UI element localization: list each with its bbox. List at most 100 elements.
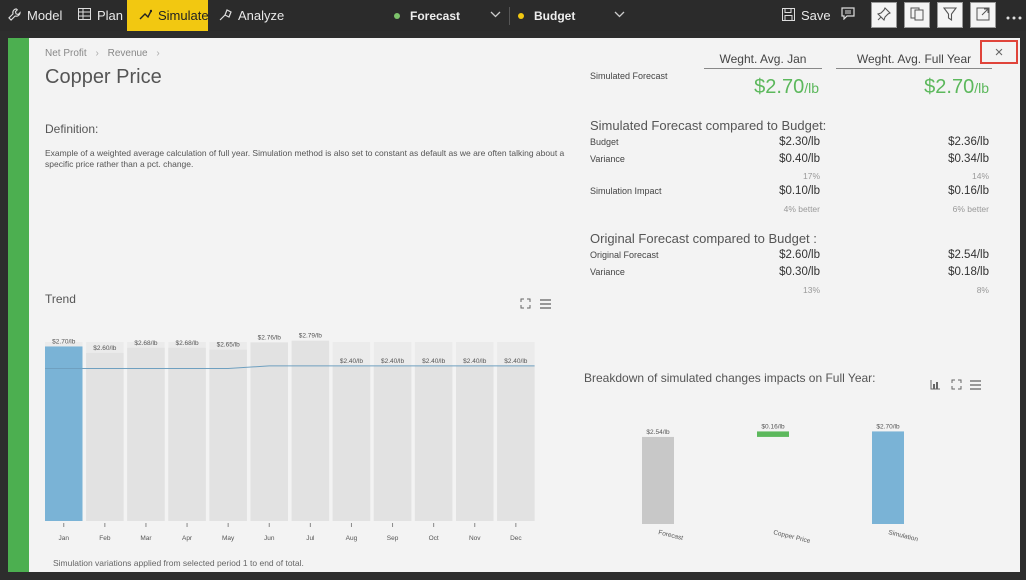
section-simulated-vs-budget: Simulated Forecast compared to Budget: bbox=[590, 118, 827, 133]
forecast-selector[interactable]: Forecast bbox=[394, 0, 504, 31]
breakdown-value-label: $2.54/lb bbox=[646, 429, 670, 436]
definition-text: Example of a weighted average calculatio… bbox=[45, 148, 565, 169]
trend-value-label: $2.76/lb bbox=[258, 335, 282, 342]
model-label: Model bbox=[27, 8, 63, 23]
wrench-icon bbox=[8, 7, 21, 24]
close-icon: × bbox=[994, 43, 1004, 61]
save-button[interactable]: Save bbox=[782, 0, 831, 31]
simulation-impact-jan: $0.10/lb bbox=[779, 185, 820, 197]
trend-value-label: $2.70/lb bbox=[52, 338, 76, 345]
budget-label: Budget bbox=[534, 8, 576, 23]
pin-icon bbox=[876, 6, 891, 24]
variance2-pct-full-year: 8% bbox=[976, 285, 989, 295]
column-header-full-year: Weght. Avg. Full Year bbox=[836, 52, 992, 69]
breakdown-export-button[interactable] bbox=[930, 379, 941, 393]
trend-x-tick-label: Feb bbox=[99, 535, 111, 542]
more-icon bbox=[1006, 7, 1022, 23]
column-header-jan: Weght. Avg. Jan bbox=[704, 52, 822, 69]
budget-jan: $2.30/lb bbox=[779, 136, 820, 148]
trend-value-label: $2.40/lb bbox=[463, 358, 487, 365]
budget-status-dot bbox=[518, 12, 524, 19]
pin-button[interactable] bbox=[871, 2, 897, 28]
chevron-down-icon bbox=[490, 9, 501, 21]
chevron-right-icon: › bbox=[156, 48, 160, 59]
simulate-tab[interactable]: Simulate bbox=[127, 0, 209, 31]
breakdown-bar bbox=[757, 431, 789, 437]
filter-icon bbox=[942, 6, 958, 24]
trend-bar bbox=[456, 365, 494, 521]
trend-x-tick-label: Oct bbox=[429, 535, 439, 542]
hamburger-icon bbox=[970, 379, 981, 393]
breakdown-value-label: $2.70/lb bbox=[876, 423, 900, 430]
comment-button[interactable] bbox=[838, 2, 858, 28]
chevron-down-icon bbox=[614, 9, 625, 21]
filter-button[interactable] bbox=[937, 2, 963, 28]
trend-bar bbox=[168, 347, 206, 521]
variance2-label: Variance bbox=[590, 267, 625, 277]
breakdown-focus-button[interactable] bbox=[951, 379, 962, 393]
trend-bar bbox=[497, 365, 535, 521]
breadcrumb: Net Profit › Revenue › bbox=[45, 48, 160, 59]
more-options-button[interactable] bbox=[1003, 2, 1025, 28]
breakdown-bar bbox=[642, 436, 674, 524]
trend-focus-button[interactable] bbox=[520, 298, 531, 312]
toolbar-divider bbox=[509, 7, 510, 25]
save-label: Save bbox=[801, 8, 831, 23]
trend-x-tick-label: Jan bbox=[59, 535, 70, 542]
focus-mode-button[interactable] bbox=[970, 2, 996, 28]
trend-x-tick-label: Nov bbox=[469, 535, 481, 542]
trend-bar bbox=[373, 365, 412, 521]
breakdown-title: Breakdown of simulated changes impacts o… bbox=[584, 371, 876, 385]
trend-x-tick-label: Aug bbox=[346, 535, 358, 542]
copy-button[interactable] bbox=[904, 2, 930, 28]
simulated-forecast-jan: $2.70/lb bbox=[754, 76, 819, 98]
breakdown-x-tick-label: Copper Price bbox=[773, 529, 812, 545]
analyze-tab[interactable]: Analyze bbox=[219, 0, 284, 31]
plan-label: Plan bbox=[97, 8, 124, 23]
trend-title: Trend bbox=[45, 292, 76, 306]
expand-icon bbox=[951, 379, 962, 393]
breadcrumb-item-net-profit[interactable]: Net Profit bbox=[45, 48, 87, 59]
plan-tab[interactable]: Plan bbox=[78, 0, 123, 31]
breakdown-x-tick-label: Simulation bbox=[888, 529, 920, 543]
budget-selector[interactable]: Budget bbox=[518, 0, 628, 31]
variance2-pct-jan: 13% bbox=[802, 285, 820, 295]
expand-icon bbox=[520, 298, 531, 312]
forecast-label: Forecast bbox=[410, 8, 461, 23]
trend-bar bbox=[127, 347, 165, 521]
export-icon bbox=[930, 379, 941, 393]
trend-bar bbox=[291, 340, 330, 521]
breakdown-menu-button[interactable] bbox=[970, 379, 981, 393]
comment-icon bbox=[841, 7, 855, 23]
trend-x-tick-label: May bbox=[222, 535, 235, 542]
variance-jan: $0.40/lb bbox=[779, 153, 820, 165]
variance2-jan: $0.30/lb bbox=[779, 266, 820, 278]
trend-value-label: $2.40/lb bbox=[504, 358, 528, 365]
variance-label: Variance bbox=[590, 154, 625, 164]
hamburger-icon bbox=[540, 298, 551, 312]
model-tab[interactable]: Model bbox=[8, 0, 62, 31]
trend-footnote: Simulation variations applied from selec… bbox=[53, 558, 304, 568]
trend-value-label: $2.68/lb bbox=[134, 340, 158, 347]
simulate-label: Simulate bbox=[158, 8, 209, 23]
breadcrumb-item-revenue[interactable]: Revenue bbox=[108, 48, 148, 59]
analyze-label: Analyze bbox=[238, 8, 285, 23]
budget-label: Budget bbox=[590, 137, 619, 147]
trend-bar bbox=[86, 352, 124, 521]
definition-label: Definition: bbox=[45, 122, 99, 136]
expand-icon bbox=[976, 7, 990, 24]
variance2-full-year: $0.18/lb bbox=[948, 266, 989, 278]
table-icon bbox=[78, 8, 91, 23]
budget-full-year: $2.36/lb bbox=[948, 136, 989, 148]
trend-x-tick-label: Jul bbox=[306, 535, 315, 542]
trend-bar bbox=[332, 365, 371, 521]
breakdown-x-tick-label: Forecast bbox=[658, 529, 684, 542]
trend-menu-button[interactable] bbox=[540, 298, 551, 312]
forecast-status-dot bbox=[394, 12, 400, 19]
section-original-vs-budget: Original Forecast compared to Budget : bbox=[590, 231, 817, 246]
original-forecast-label: Original Forecast bbox=[590, 250, 659, 260]
panel-accent-bar bbox=[8, 38, 29, 572]
trend-value-label: $2.60/lb bbox=[93, 345, 117, 352]
trend-x-tick-label: Sep bbox=[387, 535, 399, 542]
breakdown-value-label: $0.16/lb bbox=[761, 423, 785, 430]
